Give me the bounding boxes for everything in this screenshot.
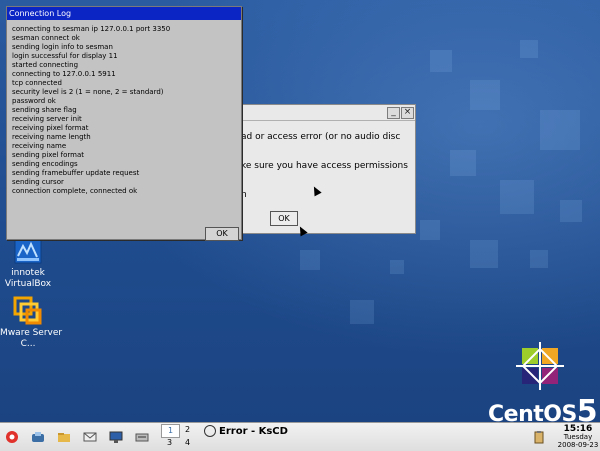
centos-logo: CentOS5 [488,338,598,422]
task-title: Error - KsCD [219,426,288,437]
clock-day: Tuesday [563,433,593,441]
log-line: sending encodings [12,160,78,168]
log-line: sending login info to sesman [12,43,113,51]
pager-desktop-1-label: 1 [167,426,174,435]
clipboard-icon[interactable] [532,429,546,444]
log-ok-button[interactable]: OK [205,227,239,241]
pager-desktop-3[interactable]: 3 [161,437,178,449]
log-line: sending cursor [12,178,64,186]
logo-word: CentOS [488,402,577,422]
log-line: connecting to 127.0.0.1 5911 [12,70,116,78]
bg-square [450,150,476,176]
bg-square [430,50,452,72]
clock-time: 15:16 [563,424,593,434]
desktop-icon-label: VMware Server C... [0,328,63,349]
log-line: password ok [12,97,56,105]
home-folder-icon[interactable] [31,429,45,443]
bg-square [390,260,404,274]
taskbar-task-error-kscd[interactable]: Error - KsCD [200,425,520,449]
log-line: connecting to sesman ip 127.0.0.1 port 3… [12,25,171,33]
bg-square [530,250,548,268]
error-message-line: ad or access error (or no audio disc [241,132,401,142]
connection-log-title: Connection Log [7,7,241,20]
log-line: sending framebuffer update request [12,169,140,177]
desktop-icon-virtualbox[interactable]: innotek VirtualBox [0,236,64,290]
bg-square [420,220,440,240]
pager-desktop-4[interactable]: 4 [179,437,196,449]
kscd-icon [204,425,216,437]
log-line: receiving pixel format [12,124,89,132]
log-line: sending share flag [12,106,77,114]
log-line: receiving server init [12,115,82,123]
bg-square [520,40,538,58]
error-dialog-titlebar[interactable]: _ × [239,105,415,121]
bg-square [300,250,320,270]
log-line: sesman connect ok [12,34,80,42]
connection-log-window[interactable]: Connection Log connecting to sesman ip 1… [6,6,242,241]
logo-version: 5 [576,394,598,422]
desktop-icon-vmware[interactable]: VMware Server C... [0,296,64,350]
centos-emblem-icon [516,342,564,390]
monitor-icon[interactable] [109,429,123,443]
log-line: login successful for display 11 [12,52,118,60]
desktop-pager[interactable]: 1 2 3 4 [161,424,197,450]
pager-desktop-1[interactable]: 1 [161,424,180,438]
connection-log-lines: connecting to sesman ip 127.0.0.1 port 3… [12,25,170,196]
desktop-icon-label: innotek VirtualBox [4,268,52,289]
bg-square [560,200,582,222]
kmenu-icon[interactable] [5,429,19,443]
bg-square [500,180,534,214]
settings-icon[interactable] [135,429,149,443]
clock-date: 2008-09-23 [557,441,599,449]
centos-wordmark: CentOS5 [488,394,598,422]
virtualbox-icon [13,236,43,266]
log-line: connection complete, connected ok [12,187,138,195]
error-message-line: ke sure you have access permissions [241,161,408,171]
mail-icon[interactable] [83,429,97,443]
error-ok-button[interactable]: OK [270,211,298,226]
log-line: security level is 2 (1 = none, 2 = stand… [12,88,164,96]
pager-desktop-2[interactable]: 2 [179,424,196,436]
bg-square [470,80,500,110]
folder-icon[interactable] [57,429,71,443]
close-button[interactable]: × [401,107,414,119]
bg-square [540,110,580,150]
error-dialog[interactable]: _ × ad or access error (or no audio disc… [238,104,416,234]
vmware-icon [13,296,43,326]
bg-square [350,300,374,324]
log-line: receiving name length [12,133,91,141]
log-line: sending pixel format [12,151,85,159]
minimize-button[interactable]: _ [387,107,400,119]
taskbar: 1 2 3 4 Error - KsCD 15:16 Tuesday 2008-… [0,422,600,451]
bg-square [470,240,498,268]
log-line: tcp connected [12,79,62,87]
clock[interactable]: 15:16 Tuesday 2008-09-23 [556,424,600,450]
log-line: receiving name [12,142,67,150]
log-line: started connecting [12,61,79,69]
